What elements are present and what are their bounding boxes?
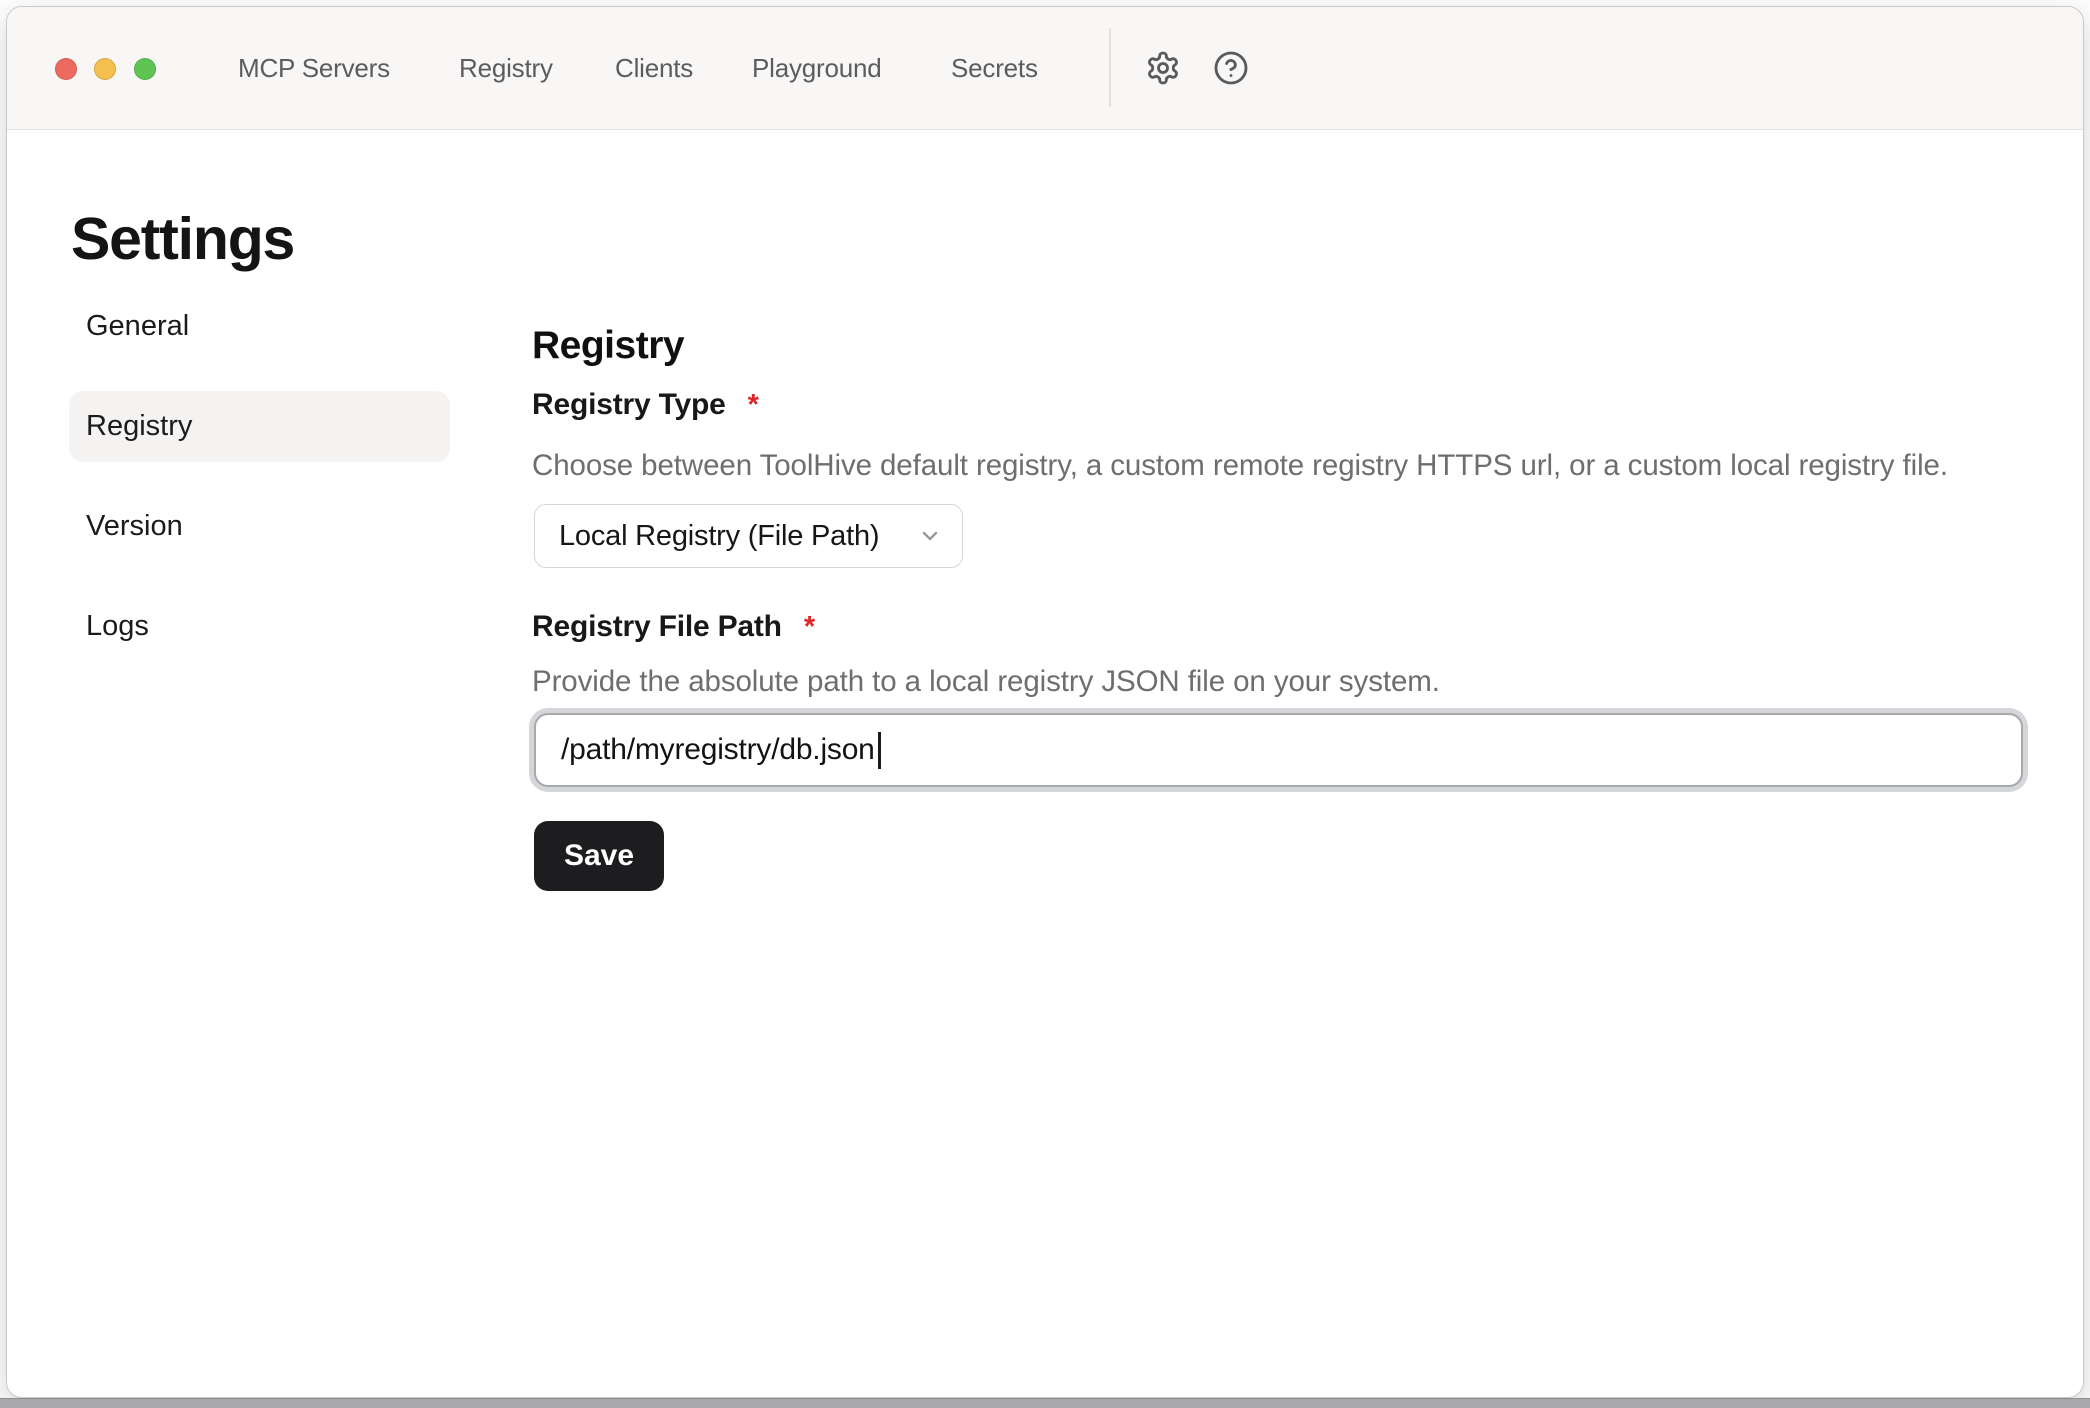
settings-button[interactable] bbox=[1143, 48, 1183, 88]
text-caret bbox=[878, 732, 881, 769]
settings-nav-item-registry[interactable]: Registry bbox=[69, 391, 450, 462]
registry-file-path-description: Provide the absolute path to a local reg… bbox=[532, 663, 1440, 701]
required-asterisk: * bbox=[748, 386, 759, 424]
settings-nav-label: Logs bbox=[86, 610, 149, 643]
registry-file-path-input[interactable]: /path/myregistry/db.json bbox=[534, 713, 2023, 787]
settings-nav-label: Version bbox=[86, 510, 183, 543]
desktop-background bbox=[0, 1398, 2090, 1408]
registry-type-select[interactable]: Local Registry (File Path) bbox=[534, 504, 963, 568]
chevron-down-icon bbox=[918, 524, 942, 548]
nav-item-mcp-servers[interactable]: MCP Servers bbox=[238, 51, 390, 85]
minimize-button[interactable] bbox=[94, 58, 116, 80]
nav-divider bbox=[1109, 28, 1111, 107]
app-window: MCP Servers Registry Clients Playground … bbox=[6, 6, 2084, 1398]
nav-item-registry[interactable]: Registry bbox=[459, 51, 553, 85]
registry-file-path-label: Registry File Path * bbox=[532, 608, 815, 646]
select-value: Local Registry (File Path) bbox=[559, 520, 879, 553]
zoom-button[interactable] bbox=[134, 58, 156, 80]
nav-item-playground[interactable]: Playground bbox=[752, 51, 882, 85]
registry-type-description: Choose between ToolHive default registry… bbox=[532, 447, 1948, 485]
settings-nav-label: General bbox=[86, 310, 189, 343]
section-heading: Registry bbox=[532, 322, 684, 370]
save-button[interactable]: Save bbox=[534, 821, 664, 891]
settings-nav-item-version[interactable]: Version bbox=[69, 491, 450, 562]
settings-nav-item-general[interactable]: General bbox=[69, 291, 450, 362]
help-circle-icon bbox=[1213, 50, 1249, 86]
input-value: /path/myregistry/db.json bbox=[561, 733, 875, 767]
registry-type-label: Registry Type * bbox=[532, 386, 759, 424]
nav-item-clients[interactable]: Clients bbox=[615, 51, 693, 85]
settings-nav-item-logs[interactable]: Logs bbox=[69, 591, 450, 662]
help-button[interactable] bbox=[1211, 48, 1251, 88]
titlebar: MCP Servers Registry Clients Playground … bbox=[7, 7, 2083, 130]
page-title: Settings bbox=[71, 203, 294, 275]
nav-item-secrets[interactable]: Secrets bbox=[951, 51, 1038, 85]
gear-icon bbox=[1145, 50, 1181, 86]
field-label-text: Registry File Path bbox=[532, 608, 782, 646]
field-label-text: Registry Type bbox=[532, 386, 726, 424]
required-asterisk: * bbox=[804, 608, 815, 646]
settings-nav-label: Registry bbox=[86, 410, 192, 443]
close-button[interactable] bbox=[55, 58, 77, 80]
